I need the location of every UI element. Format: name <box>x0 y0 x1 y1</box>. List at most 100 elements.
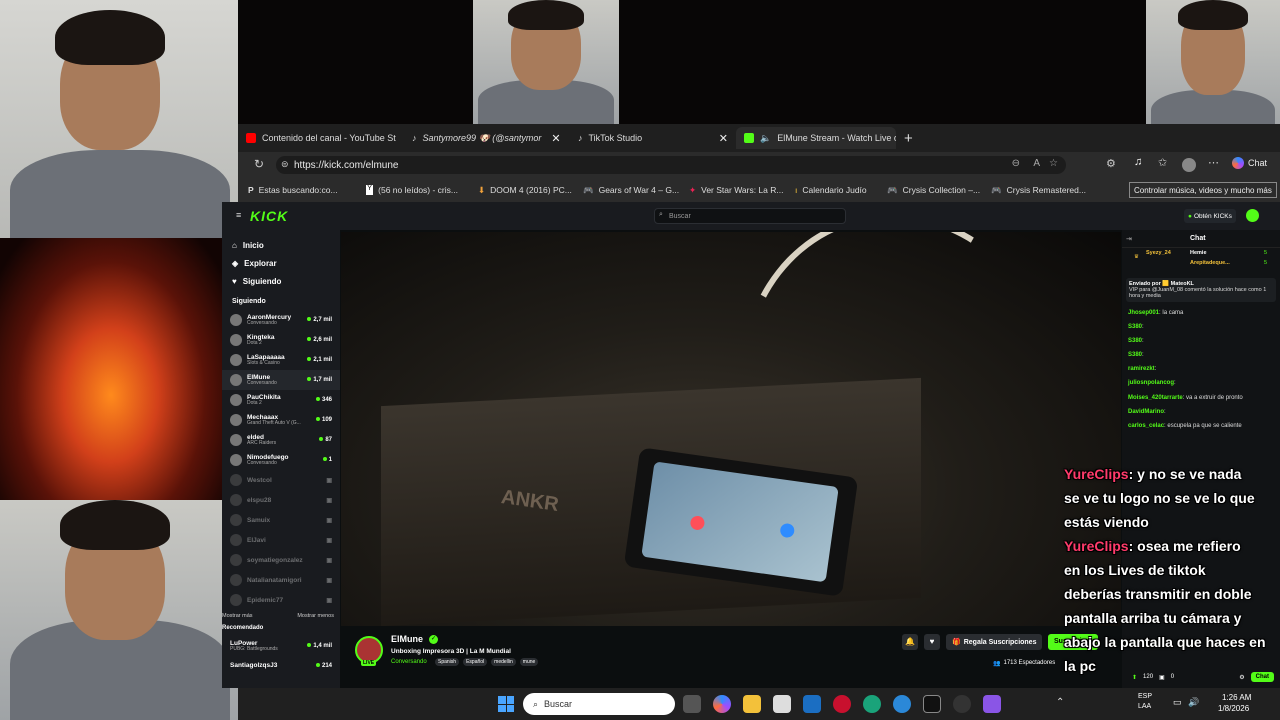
stream-category[interactable]: Conversando <box>391 659 427 665</box>
clock-date[interactable]: 1/8/2026 <box>1218 704 1249 713</box>
favorites-icon[interactable]: ✩ <box>1158 156 1167 169</box>
bookmark-8[interactable]: 🎮 Crysis Remastered... <box>981 185 1086 196</box>
sidebar-item-offline[interactable]: elspu28 ▣ <box>222 490 340 510</box>
speaker-icon[interactable]: 🔈 <box>760 133 771 144</box>
sidebar-item-offline[interactable]: Natalianatamigori ▣ <box>222 570 340 590</box>
tray-chevron-icon[interactable]: ⌃ <box>1056 697 1064 708</box>
sidebar-item-lasapaaaaa[interactable]: LaSapaaaaa Slots & Casino 2,1 mil <box>222 350 340 370</box>
follow-heart-button[interactable]: ♥ <box>924 634 940 650</box>
send-chat-button[interactable]: Chat <box>1250 672 1274 682</box>
stream-tag[interactable]: medellin <box>491 658 516 666</box>
volume-icon[interactable]: 🔊 <box>1188 697 1199 708</box>
chat-username[interactable]: S380 <box>1128 352 1142 358</box>
sidebar-item-kingteka[interactable]: Kingteka Dota 2 2,6 mil <box>222 330 340 350</box>
media-control-icon[interactable]: ♫ <box>1134 156 1142 168</box>
bookmark-3[interactable]: ⬇ DOOM 4 (2016) PC... <box>468 185 573 196</box>
favorite-star-icon[interactable]: ☆ <box>1049 158 1058 169</box>
user-avatar[interactable] <box>1246 209 1259 222</box>
sidebar-item-elmune[interactable]: ElMune Conversando 1,7 mil <box>222 370 340 390</box>
recommended-item[interactable]: SantiagolzqsJ3 214 <box>222 656 340 676</box>
edge-icon[interactable] <box>863 695 881 713</box>
site-info-icon[interactable]: ⊜ <box>281 159 289 170</box>
menu-icon[interactable]: ≡ <box>236 210 241 220</box>
twitch-icon[interactable] <box>983 695 1001 713</box>
close-icon[interactable]: ✕ <box>719 132 728 145</box>
bookmark-5[interactable]: ✦ Ver Star Wars: La R... <box>679 185 785 196</box>
sidebar-item-offline[interactable]: Epidemic77 ▣ <box>222 590 340 610</box>
chat-settings-icon[interactable]: ⚙ <box>1239 674 1244 681</box>
chat-username[interactable]: S380 <box>1128 338 1142 344</box>
opera-icon[interactable] <box>833 695 851 713</box>
chat-username[interactable]: ramirezkt <box>1128 366 1155 372</box>
show-less-button[interactable]: Mostrar menos <box>297 613 334 619</box>
sidebar-item-elded[interactable]: elded ARC Raiders 87 <box>222 430 340 450</box>
search-input[interactable]: ⌕ Buscar <box>654 208 846 224</box>
stream-tag[interactable]: Español <box>463 658 488 666</box>
sidebar-item-nimodefuego[interactable]: Nimodefuego Conversando 1 <box>222 450 340 470</box>
new-tab-button[interactable]: + <box>896 127 921 149</box>
sidebar-item-mechaaax[interactable]: Mechaaax Grand Theft Auto V (G... 109 <box>222 410 340 430</box>
copilot-chat-button[interactable]: Chat <box>1232 157 1267 169</box>
chat-username[interactable]: Jhosep001 <box>1128 310 1159 316</box>
recommended-item[interactable]: LuPower PUBG: Battlegrounds 1,4 mil <box>222 636 340 656</box>
read-aloud-icon[interactable]: A <box>1033 158 1040 169</box>
obs-icon[interactable] <box>953 695 971 713</box>
more-options-icon[interactable]: ⋯ <box>1208 156 1219 169</box>
chat-username[interactable]: juliosnpolancog <box>1128 380 1174 386</box>
bookmark-2[interactable]: Y (56 no leídos) - cris... <box>356 185 468 195</box>
edge-beta-icon[interactable] <box>893 695 911 713</box>
sidebar-item-aaronmercury[interactable]: AaronMercury Conversando 2,7 mil <box>222 310 340 330</box>
file-explorer-icon[interactable] <box>743 695 761 713</box>
sidebar-item-offline[interactable]: soymatiegonzalez ▣ <box>222 550 340 570</box>
tab-tiktok-profile[interactable]: ♪ Santymore99 🐶 (@santymor ✕ <box>404 127 570 149</box>
bookmark-7[interactable]: 🎮 Crysis Collection –... <box>877 185 981 196</box>
chat-username[interactable]: carlos_celac <box>1128 423 1164 429</box>
clock-time[interactable]: 1:26 AM <box>1222 693 1251 702</box>
fire-logo-overlay <box>0 238 222 500</box>
zoom-icon[interactable]: ⊖ <box>1012 158 1020 169</box>
nav-following[interactable]: ♥ Siguiendo <box>222 272 340 290</box>
stream-tag[interactable]: mune <box>519 658 539 666</box>
sidebar-item-pauchikita[interactable]: PauChikita Dota 2 346 <box>222 390 340 410</box>
profile-avatar-icon[interactable] <box>1182 158 1196 172</box>
gift-subscriptions-button[interactable]: 🎁 Regala Suscripciones <box>946 634 1043 650</box>
lang-label[interactable]: ESP <box>1138 693 1152 700</box>
bookmark-1[interactable]: P Estas buscando:co... <box>238 185 356 195</box>
store-icon[interactable] <box>773 695 791 713</box>
capcut-icon[interactable] <box>923 695 941 713</box>
close-icon[interactable]: ✕ <box>551 132 560 145</box>
tab-kick-elmune[interactable]: 🔈 ElMune Stream - Watch Live o ✕ <box>736 127 896 149</box>
sidebar-item-offline[interactable]: ElJavi ▣ <box>222 530 340 550</box>
offline-icon: ▣ <box>326 597 332 604</box>
tab-youtube[interactable]: Contenido del canal - YouTube St ✕ <box>238 127 404 149</box>
stream-tag[interactable]: Spanish <box>435 658 460 666</box>
extensions-icon[interactable]: ⚙ <box>1106 157 1116 170</box>
tab-tiktok-studio[interactable]: ♪ TikTok Studio ✕ <box>570 127 736 149</box>
chat-username[interactable]: Moises_420tarrarte <box>1128 395 1183 401</box>
nav-explore[interactable]: ◈ Explorar <box>222 254 340 272</box>
get-kicks-button[interactable]: ● Obtén KICKs <box>1184 209 1236 223</box>
bookmark-4[interactable]: 🎮 Gears of War 4 – G... <box>573 185 679 196</box>
outlook-icon[interactable] <box>803 695 821 713</box>
windows-start-icon[interactable] <box>498 696 514 712</box>
chat-username[interactable]: DavidMarino <box>1128 409 1164 415</box>
sidebar-item-offline[interactable]: Westcol ▣ <box>222 470 340 490</box>
task-view-icon[interactable] <box>683 695 701 713</box>
show-more-button[interactable]: Mostrar más <box>222 613 253 619</box>
candle-icon: ı <box>795 185 798 195</box>
copilot-taskbar-icon[interactable] <box>713 695 731 713</box>
video-player[interactable]: ANKR <box>341 232 1121 626</box>
channel-name[interactable]: ElMune <box>391 634 423 644</box>
notification-bell-button[interactable]: 🔔 <box>902 634 918 650</box>
kick-logo[interactable]: KICK <box>250 208 288 224</box>
url-field[interactable]: ⊜ https://kick.com/elmune ⊖ A ☆ <box>276 156 1066 174</box>
network-icon[interactable]: ▭ <box>1173 697 1182 708</box>
layout-label[interactable]: LAA <box>1138 703 1151 710</box>
collapse-chat-icon[interactable]: ⇥ <box>1126 235 1132 243</box>
nav-home[interactable]: ⌂ Inicio <box>222 236 340 254</box>
reload-icon[interactable]: ↻ <box>254 157 264 171</box>
chat-username[interactable]: S380 <box>1128 324 1142 330</box>
bookmark-6[interactable]: ı Calendario Judío <box>785 185 877 195</box>
taskbar-search[interactable]: ⌕ Buscar <box>523 693 675 715</box>
sidebar-item-offline[interactable]: Samuix ▣ <box>222 510 340 530</box>
